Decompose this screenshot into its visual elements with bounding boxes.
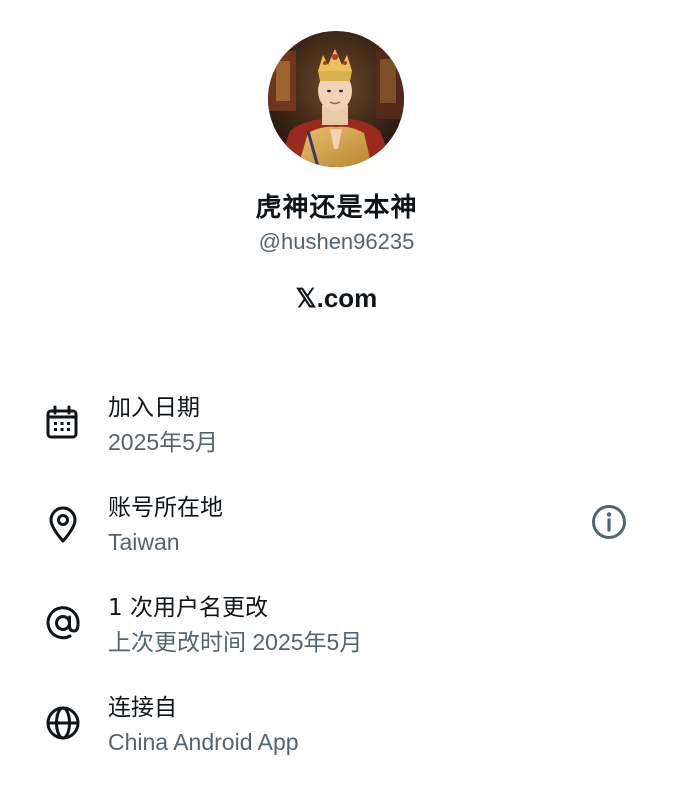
username-changes-value: 上次更改时间 2025年5月 xyxy=(108,629,363,655)
username-handle: @hushen96235 xyxy=(258,229,415,254)
location-pin-icon xyxy=(44,506,82,544)
info-icon[interactable] xyxy=(590,503,628,541)
joined-value: 2025年5月 xyxy=(108,429,218,455)
avatar-image xyxy=(268,31,404,167)
connected-via-value: China Android App xyxy=(108,729,299,755)
username-changes-label: 1 次用户名更改 xyxy=(108,595,268,621)
info-row-username-changes: 1 次用户名更改 上次更改时间 2025年5月 xyxy=(0,592,673,672)
at-sign-icon xyxy=(44,604,82,642)
info-row-location: 账号所在地 Taiwan xyxy=(0,492,673,572)
globe-icon xyxy=(44,704,82,742)
avatar[interactable] xyxy=(268,31,404,167)
location-value: Taiwan xyxy=(108,529,180,555)
site-label: 𝕏.com xyxy=(295,283,378,313)
joined-label: 加入日期 xyxy=(108,395,200,421)
connected-via-label: 连接自 xyxy=(108,695,177,721)
calendar-icon xyxy=(44,404,82,442)
location-label: 账号所在地 xyxy=(108,495,223,521)
display-name: 虎神还是本神 xyxy=(255,193,418,223)
info-row-joined: 加入日期 2025年5月 xyxy=(0,392,673,472)
profile-header: 虎神还是本神 @hushen96235 𝕏.com xyxy=(0,0,673,320)
info-row-connected-via: 连接自 China Android App xyxy=(0,692,673,772)
